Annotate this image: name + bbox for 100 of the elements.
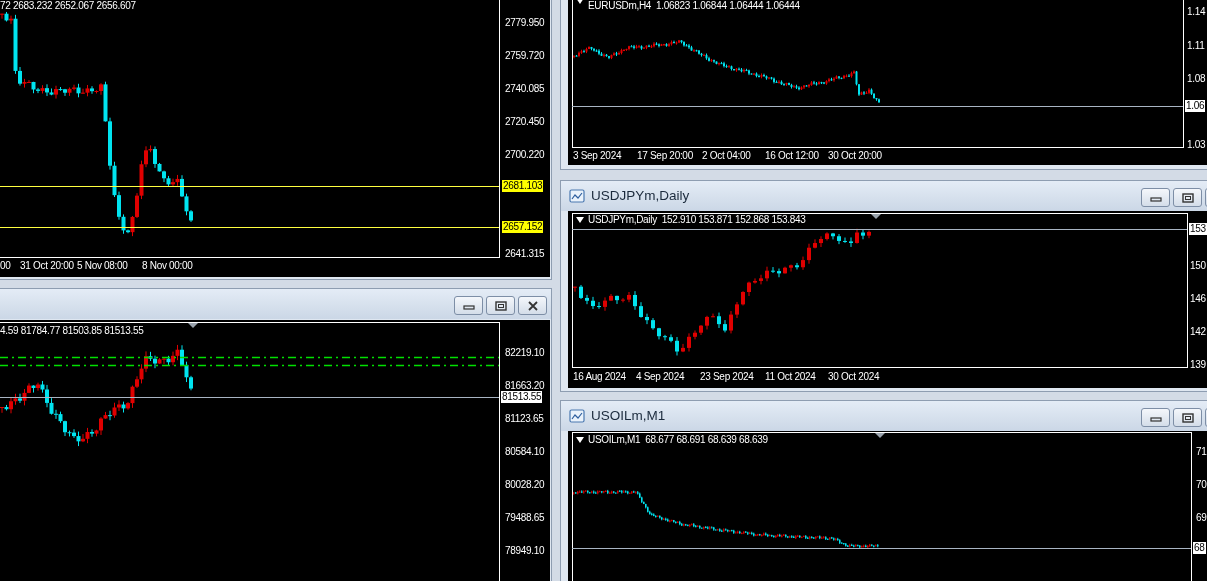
close-icon — [526, 300, 539, 311]
price-label: 146 — [1190, 293, 1206, 305]
candle — [639, 301, 643, 319]
candle — [831, 232, 835, 240]
price-label: 69 — [1196, 512, 1207, 524]
price-label: 150 — [1190, 260, 1206, 272]
candle — [603, 296, 607, 312]
close-button[interactable] — [518, 296, 547, 315]
time-label: 2 Oct 04:00 — [702, 150, 751, 162]
shift-marker-icon[interactable] — [875, 433, 885, 438]
minimize-button[interactable] — [1141, 408, 1170, 427]
time-label: 4 Sep 2024 — [636, 371, 685, 383]
price-label: 79488.65 — [505, 512, 545, 524]
time-label: 16 Oct 12:00 — [765, 150, 819, 162]
chart-symbol-info: EURUSDm,H4 1.06823 1.06844 1.06444 1.06444 — [588, 0, 800, 12]
price-label: 80028.20 — [505, 479, 545, 491]
candle — [633, 290, 637, 311]
current-price-tag: 153 — [1189, 223, 1207, 235]
time-label: 31 Oct 20:00 — [20, 260, 74, 272]
candle — [651, 317, 655, 331]
candle — [687, 332, 691, 353]
restore-button[interactable] — [1173, 408, 1202, 427]
candle — [717, 312, 721, 329]
shift-marker-icon[interactable] — [188, 323, 198, 328]
candle — [843, 237, 847, 244]
price-label: 78949.10 — [505, 545, 545, 557]
candle — [825, 231, 829, 241]
price-label: 2779.950 — [505, 17, 545, 29]
candle — [849, 236, 853, 248]
restore-button[interactable] — [1173, 188, 1202, 207]
candle — [699, 324, 703, 336]
current-price-tag: 68 — [1193, 542, 1206, 554]
chart-window-icon — [569, 188, 585, 204]
candle — [663, 334, 667, 341]
minimize-button[interactable] — [1141, 188, 1170, 207]
price-label: 139 — [1190, 359, 1206, 371]
candle — [705, 315, 709, 330]
price-label: 2759.720 — [505, 50, 545, 62]
chart-window-icon — [569, 408, 585, 424]
price-label: 71 — [1196, 446, 1207, 458]
candle — [645, 313, 649, 325]
price-label: 81663.20 — [505, 380, 545, 392]
window-title: USDJPYm,Daily — [591, 186, 690, 205]
candle — [789, 264, 793, 272]
candle — [783, 266, 787, 275]
price-level-tag: 2681.103 — [502, 180, 544, 192]
price-label: 2720.450 — [505, 116, 545, 128]
candle — [615, 295, 619, 305]
shift-marker-icon[interactable] — [871, 214, 881, 219]
price-label: 80584.10 — [505, 446, 545, 458]
time-label: 5 Nov 08:00 — [77, 260, 128, 272]
time-label: 30 Oct 2024 — [828, 371, 880, 383]
current-price-tag: 1.06 — [1185, 100, 1206, 112]
candle — [591, 296, 595, 310]
candle — [573, 286, 577, 293]
candle — [729, 310, 733, 334]
minimize-button[interactable] — [454, 296, 483, 315]
candle — [807, 243, 811, 265]
candle — [819, 235, 823, 248]
price-label: 1.03 — [1187, 139, 1206, 151]
candle — [597, 301, 601, 310]
candle — [609, 293, 613, 302]
time-label: 8 Nov 00:00 — [142, 260, 193, 272]
chart-symbol-info: USOILm,M1 68.677 68.691 68.639 68.639 — [588, 434, 768, 446]
candle — [741, 290, 745, 306]
candle — [765, 266, 769, 282]
time-label: 16 Aug 2024 — [573, 371, 626, 383]
price-label: 81123.65 — [505, 413, 544, 425]
candle — [669, 333, 673, 343]
candle — [861, 229, 865, 240]
dropdown-triangle-icon[interactable] — [576, 437, 584, 443]
candle — [855, 228, 859, 245]
price-label: 2740.085 — [505, 83, 545, 95]
chart-symbol-info: USDJPYm,Daily 152.910 153.871 152.868 153.843 — [588, 214, 806, 226]
candle — [627, 291, 631, 303]
time-label: 3 Sep 2024 — [573, 150, 622, 162]
candle — [867, 230, 871, 239]
candle — [795, 262, 799, 270]
restore-icon — [494, 300, 507, 311]
price-level-tag: 2657.152 — [502, 221, 544, 233]
time-label: 00 — [0, 260, 11, 272]
price-label: 2700.220 — [505, 149, 545, 161]
price-label: 142 — [1190, 326, 1206, 338]
candle — [771, 266, 775, 274]
price-label: 70 — [1196, 479, 1207, 491]
restore-button[interactable] — [486, 296, 515, 315]
candle — [813, 238, 817, 249]
chart-symbol-info: 72 2683.232 2652.067 2656.607 — [0, 0, 136, 12]
price-label: 2641.315 — [505, 248, 545, 260]
candle — [759, 274, 763, 285]
dropdown-triangle-icon[interactable] — [576, 217, 584, 223]
current-price-tag: 81513.55 — [501, 391, 543, 403]
restore-icon — [1181, 412, 1194, 423]
candle — [747, 281, 751, 297]
candle — [681, 343, 685, 353]
candle — [675, 336, 679, 356]
candle — [657, 327, 661, 340]
window-title: USOILm,M1 — [591, 406, 666, 425]
restore-icon — [1181, 192, 1194, 203]
price-label: 82219.10 — [505, 347, 545, 359]
